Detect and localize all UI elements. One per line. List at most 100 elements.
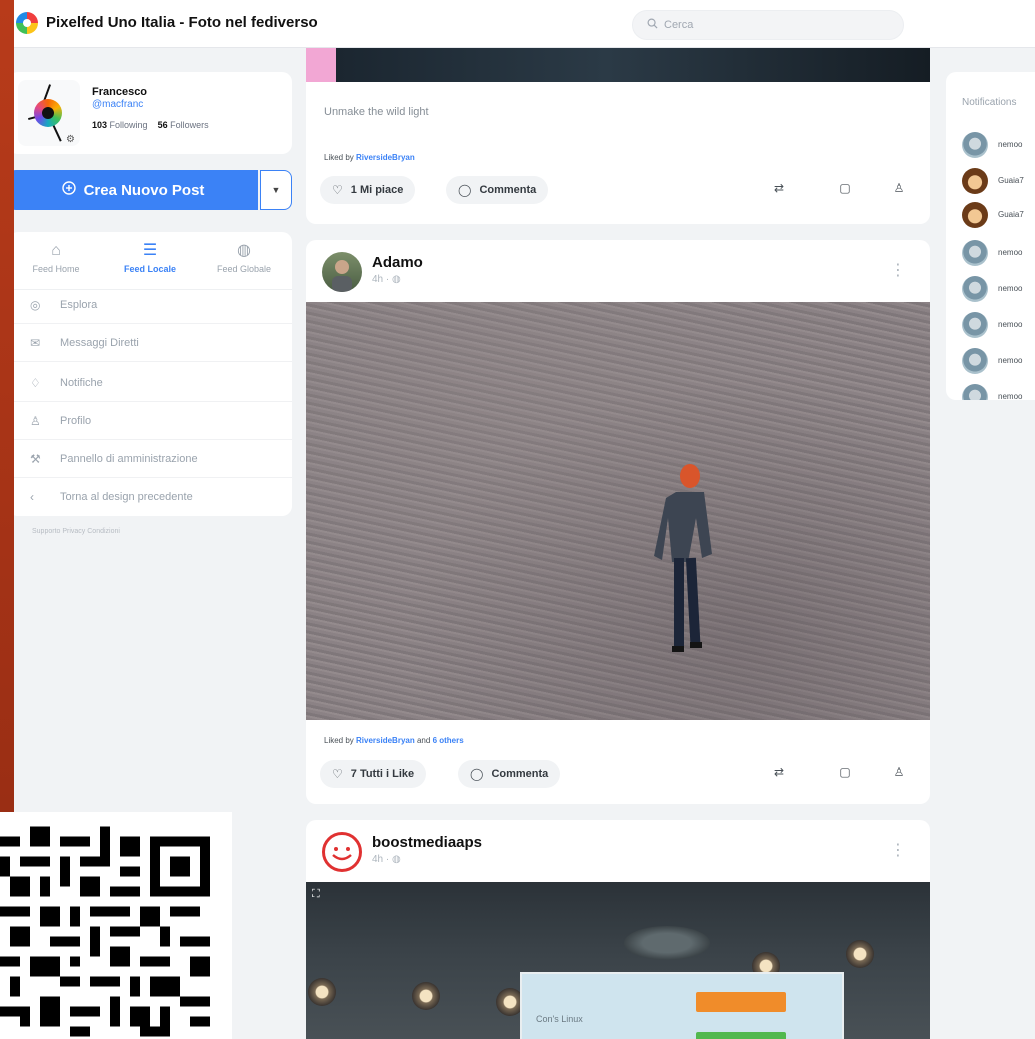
following-count[interactable]: 103 [92,120,107,130]
notification-user[interactable]: nemoo [998,140,1022,149]
share-icon[interactable]: ⇄ [770,181,788,195]
comment-label: Commenta [479,184,537,196]
share-icon[interactable]: ⇄ [770,765,788,779]
post-card: boostmediaaps 4h · ◍ ⋮ ⛶ Con's Linux [306,820,930,1039]
screen-text: Con's Linux [536,1014,583,1024]
notification-item[interactable]: nemoo [962,132,1035,160]
comment-label: Commenta [491,768,549,780]
avatar[interactable] [322,832,362,872]
sidebar-item-notifiche[interactable]: ♢ Notifiche [8,364,292,402]
notification-user[interactable]: nemoo [998,320,1022,329]
tab-feed-locale[interactable]: ☰ Feed Locale [104,240,196,274]
post-card: Unmake the wild light Liked by Riverside… [306,48,930,224]
create-post-dropdown-button[interactable]: ▼ [260,170,292,210]
top-navbar: Pixelfed Uno Italia - Foto nel fediverso… [0,0,1035,48]
liked-by-prefix: Liked by [324,153,354,162]
settings-gear-icon[interactable]: ⚙ [66,134,75,145]
footer-links[interactable]: Supporto Privacy Condizioni [32,528,120,535]
more-options-icon[interactable]: ⋮ [890,840,906,860]
avatar[interactable] [962,312,988,338]
screen-green-block [696,1032,786,1039]
notification-item[interactable]: nemoo [962,240,1035,268]
expand-icon[interactable]: ⛶ [312,888,326,902]
create-post-label: Crea Nuovo Post [83,181,205,199]
post-author[interactable]: Adamo [372,254,423,271]
followers-count[interactable]: 56 [158,120,168,130]
sidebar-item-admin[interactable]: ⚒ Pannello di amministrazione [8,440,292,478]
chevron-left-icon: ‹ [30,490,34,504]
search-placeholder: Cerca [664,19,694,31]
explore-icon: ◎ [30,297,41,312]
notification-user[interactable]: nemoo [998,284,1022,293]
slide-frame [0,0,14,812]
bookmark-icon[interactable]: ▢ [836,765,854,779]
user-tag-icon[interactable]: ♙ [890,765,908,779]
tab-label: Feed Locale [123,264,177,274]
like-button[interactable]: ♡ 1 Mi piace [320,176,416,204]
avatar[interactable] [962,132,988,158]
sidebar-item-profilo[interactable]: ♙ Profilo [8,402,292,440]
sidebar-item-esplora[interactable]: ◎ Esplora [8,286,292,324]
avatar[interactable] [962,168,988,194]
comment-button[interactable]: ◯ Commenta [458,760,561,788]
notification-item[interactable]: nemoo [962,312,1035,340]
followers-label[interactable]: Followers [170,120,209,130]
notification-item[interactable]: nemoo [962,348,1035,376]
bookmark-icon[interactable]: ▢ [836,181,854,195]
person-figure [654,464,712,652]
avatar[interactable] [962,202,988,228]
app-title[interactable]: Pixelfed Uno Italia - Foto nel fediverso [46,14,318,31]
notification-item[interactable]: Guaia7 [962,202,1035,230]
notification-item[interactable]: nemoo [962,384,1035,400]
more-options-icon[interactable]: ⋮ [890,260,906,280]
post-time[interactable]: 4h [372,274,383,285]
post-image[interactable] [306,48,930,82]
following-label[interactable]: Following [110,120,148,130]
heart-icon: ♡ [332,183,343,197]
profile-handle[interactable]: @macfranc [92,99,143,110]
liked-by-user-link[interactable]: RiversideBryan [356,153,415,162]
screen-orange-block [696,992,786,1012]
search-input[interactable]: Cerca [632,10,904,40]
profile-stats: 103 Following 56 Followers [92,120,209,130]
post-actions: ♡ 1 Mi piace ◯ Commenta ⇄ ▢ ♙ [320,176,920,206]
notification-user[interactable]: nemoo [998,392,1022,400]
notification-user[interactable]: nemoo [998,356,1022,365]
user-tag-icon[interactable]: ♙ [890,181,908,195]
presentation-screen: Con's Linux [520,972,844,1039]
feed-tabs: ⌂ Feed Home ☰ Feed Locale ◍ Feed Globale [8,232,292,290]
comment-button[interactable]: ◯ Commenta [446,176,549,204]
create-post-button[interactable]: Crea Nuovo Post [8,170,258,210]
profile-card: ⚙ Francesco @macfranc 103 Following 56 F… [8,72,292,154]
pixelfed-logo-icon[interactable] [16,12,38,34]
tab-label: Feed Home [32,264,80,274]
liked-by-user-link[interactable]: RiversideBryan [356,736,415,745]
avatar[interactable] [962,240,988,266]
notification-user[interactable]: Guaia7 [998,210,1024,219]
post-image[interactable] [306,302,930,720]
sidebar-item-messaggi[interactable]: ✉ Messaggi Diretti [8,324,292,362]
tab-label: Feed Globale [216,264,272,274]
tab-feed-home[interactable]: ⌂ Feed Home [10,240,102,274]
notification-item[interactable]: Guaia7 [962,168,1035,196]
bell-icon: ♢ [30,375,41,390]
post-author[interactable]: boostmediaaps [372,834,482,851]
avatar[interactable] [962,276,988,302]
sidebar-item-design-precedente[interactable]: ‹ Torna al design precedente [8,478,292,516]
avatar[interactable] [322,252,362,292]
post-image[interactable]: ⛶ Con's Linux [306,882,930,1039]
post-meta: 4h · ◍ [372,274,401,285]
caret-down-icon: ▼ [271,185,281,195]
liked-by-others-link[interactable]: 6 others [433,736,464,745]
liked-by: Liked by RiversideBryan [324,153,415,162]
avatar[interactable] [962,384,988,400]
profile-name[interactable]: Francesco [92,86,147,98]
tab-feed-globale[interactable]: ◍ Feed Globale [198,240,290,274]
avatar[interactable] [962,348,988,374]
post-time[interactable]: 4h [372,854,383,865]
like-button[interactable]: ♡ 7 Tutti i Like [320,760,427,788]
notification-user[interactable]: nemoo [998,248,1022,257]
post-caption: Unmake the wild light [324,106,429,118]
notification-item[interactable]: nemoo [962,276,1035,304]
notification-user[interactable]: Guaia7 [998,176,1024,185]
